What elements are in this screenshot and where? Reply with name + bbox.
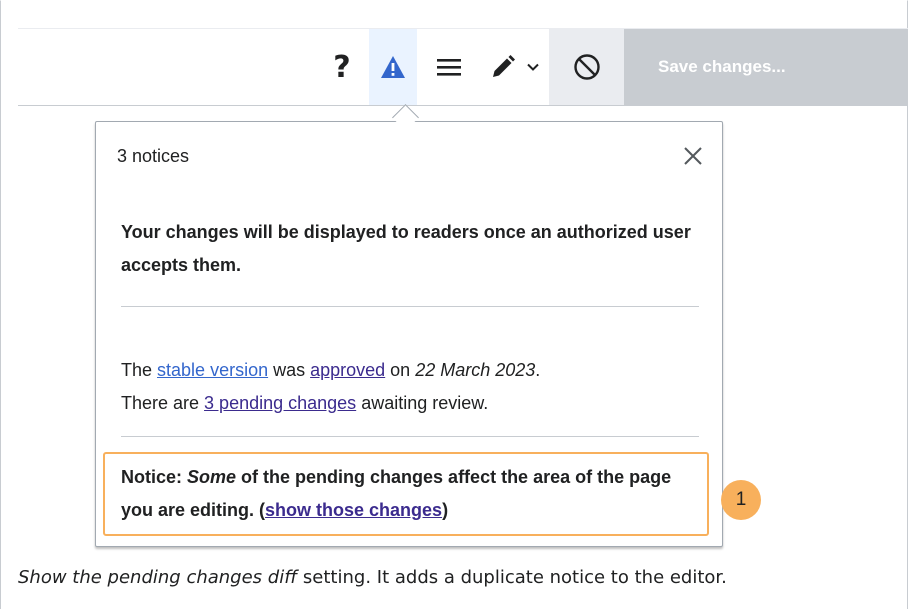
notice-text: There are (121, 393, 205, 413)
notices-popup: 3 notices Your changes will be displayed… (95, 121, 723, 547)
notice-prefix: Notice: (121, 467, 188, 487)
notice-text: was (268, 360, 311, 380)
hamburger-icon (437, 59, 461, 76)
notice-text: . (535, 360, 541, 380)
editor-toolbar: ? Save changes... (18, 28, 908, 106)
notice-pending-diff: Notice: Some of the pending changes affe… (121, 461, 699, 527)
help-icon: ? (333, 49, 351, 85)
save-changes-label: Save changes... (658, 57, 786, 76)
figure-caption: Show the pending changes diff setting. I… (18, 567, 727, 588)
notices-button[interactable] (369, 29, 417, 105)
notice-text: awaiting review. (356, 393, 489, 413)
caption-text: setting. It adds a duplicate notice to t… (297, 567, 727, 588)
pencil-icon (493, 55, 515, 77)
notice-text: on (385, 360, 416, 380)
divider (121, 306, 699, 307)
popup-title: 3 notices (117, 146, 190, 166)
pending-changes-link[interactable]: 3 pending changes (204, 393, 356, 413)
close-button[interactable] (681, 144, 705, 168)
notice-text: The (121, 360, 158, 380)
page-options-button[interactable] (417, 29, 481, 105)
notice-stable-version: The stable version was approved on 22 Ma… (121, 354, 699, 420)
approved-link[interactable]: approved (310, 360, 385, 380)
show-changes-link[interactable]: show those changes (265, 500, 442, 520)
edit-mode-button[interactable] (481, 29, 549, 105)
help-button[interactable]: ? (315, 29, 369, 105)
caption-emphasis: Show the pending changes diff (18, 567, 298, 588)
close-icon (684, 147, 702, 165)
save-changes-button[interactable]: Save changes... (624, 29, 908, 105)
chevron-down-icon (527, 63, 539, 71)
notice-emphasis: Some (187, 467, 237, 487)
cancel-button[interactable] (549, 29, 624, 105)
stable-version-link[interactable]: stable version (157, 360, 268, 380)
annotation-badge: 1 (721, 480, 761, 520)
alert-icon (381, 56, 405, 78)
cancel-icon (573, 54, 600, 80)
notice-text: ) (442, 500, 449, 520)
approval-date: 22 March 2023 (415, 360, 536, 380)
notice-review-required: Your changes will be displayed to reader… (121, 222, 691, 275)
divider (121, 436, 699, 437)
